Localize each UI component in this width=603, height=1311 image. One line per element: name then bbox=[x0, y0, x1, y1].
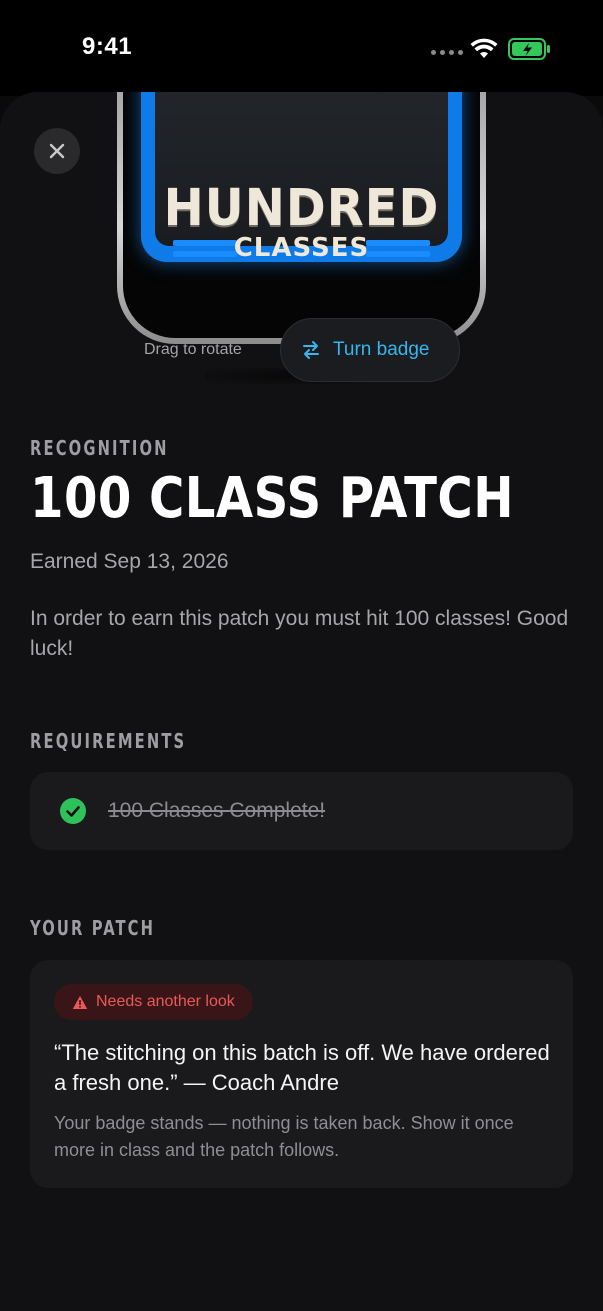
requirements-heading: REQUIREMENTS bbox=[30, 729, 187, 753]
requirement-label: 100 Classes Complete! bbox=[108, 799, 326, 822]
requirement-item: 100 Classes Complete! bbox=[30, 772, 573, 850]
swap-arrows-icon bbox=[303, 341, 319, 359]
status-label: Needs another look bbox=[96, 993, 235, 1010]
battery-icon bbox=[508, 38, 550, 60]
close-button[interactable] bbox=[34, 128, 80, 174]
warning-icon bbox=[72, 995, 88, 1009]
status-time: 9:41 bbox=[82, 33, 133, 60]
cellular-signal-icon bbox=[431, 50, 463, 55]
badge-text-line2: CLASSES bbox=[233, 233, 370, 263]
badge-detail-sheet: HUNDRED CLASSES Drag to rotate Turn badg… bbox=[0, 92, 603, 1311]
check-circle-icon bbox=[60, 798, 86, 824]
recognition-eyebrow: RECOGNITION bbox=[30, 436, 169, 460]
wifi-icon bbox=[470, 38, 498, 58]
earned-date: Earned Sep 13, 2026 bbox=[30, 550, 229, 573]
patch-note: Your badge stands — nothing is taken bac… bbox=[54, 1113, 514, 1160]
rotate-hint: Drag to rotate bbox=[144, 341, 242, 358]
badge-stripes-right bbox=[366, 240, 430, 257]
status-bar: 9:41 bbox=[0, 0, 603, 96]
badge-description: In order to earn this patch you must hit… bbox=[30, 607, 569, 660]
page-title: 100 CLASS PATCH bbox=[30, 466, 514, 531]
badge-3d-view[interactable]: HUNDRED CLASSES bbox=[117, 92, 486, 344]
status-badge: Needs another look bbox=[54, 984, 253, 1020]
coach-quote: “The stitching on this batch is off. We … bbox=[54, 1040, 550, 1095]
turn-badge-label: Turn badge bbox=[333, 339, 430, 360]
your-patch-heading: YOUR PATCH bbox=[30, 916, 156, 940]
turn-badge-button[interactable]: Turn badge bbox=[280, 318, 460, 382]
close-icon bbox=[49, 143, 65, 159]
badge-text-line1: HUNDRED bbox=[163, 178, 440, 238]
patch-status-card: Needs another look “The stitching on thi… bbox=[30, 960, 573, 1188]
